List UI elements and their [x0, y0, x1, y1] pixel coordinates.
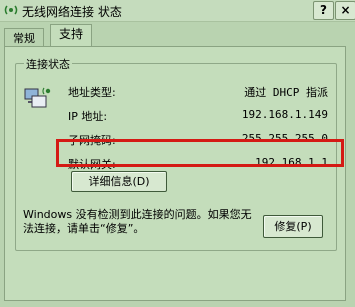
group-label: 连接状态 — [24, 56, 72, 72]
network-connection-icon — [24, 87, 51, 108]
support-panel: 连接状态 地址类型: 通过 DHCP 指派 IP 地址: 192.168.1.1… — [4, 46, 346, 301]
wireless-network-icon — [4, 5, 18, 15]
status-message: Windows 没有检测到此连接的问题。如果您无法连接，请单击“修复”。 — [23, 208, 252, 235]
repair-button[interactable]: 修复(P) — [263, 215, 323, 238]
ip-address-label: IP 地址: — [68, 110, 108, 123]
address-type-value: 通过 DHCP 指派 — [244, 86, 328, 99]
gateway-highlight-box — [56, 139, 344, 167]
address-type-label: 地址类型: — [68, 86, 116, 99]
tab-support[interactable]: 支持 — [50, 24, 93, 48]
title-bar: 无线网络连接 状态 ? × — [0, 0, 355, 22]
help-button[interactable]: ? — [313, 1, 334, 20]
tab-general[interactable]: 常规 — [4, 28, 44, 48]
ip-address-value: 192.168.1.149 — [241, 108, 328, 121]
close-button[interactable]: × — [335, 1, 355, 20]
window-title: 无线网络连接 状态 — [22, 5, 122, 19]
details-button[interactable]: 详细信息(D) — [71, 171, 167, 192]
